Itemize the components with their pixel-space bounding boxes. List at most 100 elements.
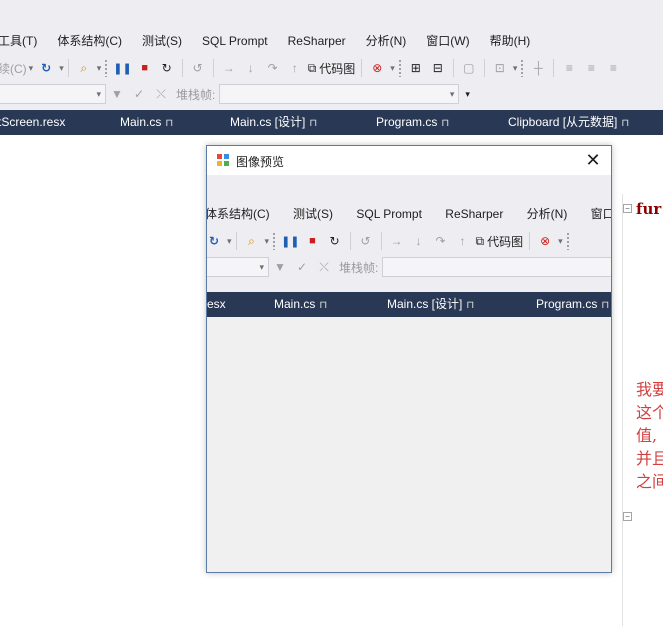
close-icon[interactable]: ✕ [583, 150, 603, 170]
menu-analyze[interactable]: 分析(N) [356, 33, 417, 49]
grid-icon[interactable]: ⊡ [491, 58, 509, 78]
tab-label: Main.cs [274, 297, 316, 311]
code-map-button[interactable]: ⧉ 代码图 [308, 58, 356, 78]
debug-location-toolbar: ▾ ▼ ✓ ⤬ 堆栈帧: ▾ ▾ [0, 82, 663, 106]
filter-icon[interactable]: ▼ [108, 84, 126, 104]
step-into-icon[interactable]: → [220, 58, 238, 78]
align-right-icon[interactable]: ≡ [604, 58, 622, 78]
separator [529, 232, 531, 250]
separator [361, 59, 363, 77]
align-left-icon[interactable]: ≡ [560, 58, 578, 78]
preview-tab-bar: esx Main.cs ⊓ Main.cs [设计] ⊓ Program.cs ⊓ [207, 292, 611, 317]
toolbar-grip [272, 232, 277, 250]
step-up-icon[interactable]: ↑ [286, 58, 304, 78]
tab-program-cs[interactable]: Program.cs ⊓ [376, 110, 449, 135]
separator [380, 232, 382, 250]
tab-screen-resx[interactable]: tScreen.resx [0, 110, 65, 135]
stop-icon: ■ [309, 235, 316, 247]
stack-frame-combo [382, 257, 611, 277]
menu-architecture[interactable]: 体系结构(C) [47, 33, 132, 49]
continue-button[interactable]: 续(C) ▾ [0, 58, 33, 78]
debug-toolbar: 续(C) ▾ ↻ ▾ ⌕ ▾ ❚❚ ■ ↻ ↺ → ↓ ↷ ↑ ⧉ 代码图 ⊗ ▾ ⊞ ⊟… [0, 56, 663, 80]
image-preview-dialog: 图像预览 ✕ 体系结构(C) 测试(S) SQL Prompt ReSharpe… [206, 145, 612, 573]
restart-icon: ↻ [329, 234, 340, 248]
lock-icon: ⊓ [441, 118, 450, 129]
chevron-down-icon[interactable]: ▾ [29, 63, 34, 74]
flag-threads-icon[interactable]: ⤬ [152, 84, 170, 104]
preview-menu-window: 窗口 [590, 207, 611, 221]
preview-tab: esx [207, 292, 226, 317]
tab-label: Program.cs [376, 115, 438, 129]
toolbar-grip[interactable] [397, 59, 402, 77]
separator [349, 232, 351, 250]
chevron-down-icon: ▾ [259, 261, 264, 272]
chevron-down-icon: ▾ [96, 88, 101, 99]
toolbar-overflow-icon[interactable]: ▾ [465, 89, 470, 100]
pause-icon: ❚❚ [281, 235, 300, 248]
preview-menu-test: 测试(S) [293, 207, 334, 221]
preview-menu-resharper: ReSharper [445, 207, 504, 221]
code-map-label: 代码图 [319, 61, 356, 76]
tab-clipboard-metadata[interactable]: Clipboard [从元数据] ⊓ [508, 110, 629, 135]
chevron-down-icon[interactable]: ▾ [97, 63, 102, 74]
align-center-icon[interactable]: ≡ [582, 58, 600, 78]
step-out-icon: ↷ [435, 234, 446, 248]
chevron-down-icon[interactable]: ▾ [59, 63, 64, 74]
comment-line: 之间 [636, 472, 663, 491]
code-map-button: ⧉ 代码图 [476, 231, 524, 251]
refresh-icon[interactable]: ↻ [37, 58, 55, 78]
chevron-down-icon: ▾ [227, 235, 232, 246]
collapse-icon[interactable]: − [623, 204, 632, 213]
menu-tools[interactable]: 工具(T) [0, 33, 47, 49]
preview-tab: Program.cs ⊓ [536, 292, 609, 317]
step-over-icon[interactable]: ↓ [242, 58, 260, 78]
layout2-icon[interactable]: ⊟ [429, 58, 447, 78]
toolbar-grip[interactable] [520, 59, 525, 77]
menu-resharper[interactable]: ReSharper [278, 33, 356, 49]
attach-icon[interactable]: ▢ [460, 58, 478, 78]
separator [67, 59, 69, 77]
thread-combo[interactable]: ▾ [0, 84, 106, 104]
chevron-down-icon[interactable]: ▾ [390, 63, 395, 74]
stop-icon[interactable]: ■ [136, 58, 154, 78]
lock-icon: ⊓ [621, 118, 630, 129]
menu-sql-prompt[interactable]: SQL Prompt [192, 33, 278, 49]
preview-menu-architecture: 体系结构(C) [207, 207, 270, 221]
chevron-down-icon[interactable]: ▾ [513, 63, 518, 74]
code-map-label: 代码图 [487, 234, 524, 249]
tab-label: Main.cs [设计] [387, 297, 463, 311]
show-next-statement-icon: ↺ [360, 234, 371, 248]
filter-off-icon[interactable]: ✓ [130, 84, 148, 104]
find-icon: ⌕ [248, 233, 255, 248]
show-next-statement-icon[interactable]: ↺ [189, 58, 207, 78]
comment-line: 我要 [636, 380, 663, 399]
breakpoints-icon[interactable]: ⊗ [368, 58, 386, 78]
toolbar-grip[interactable] [104, 59, 109, 77]
comment-line: 值, [636, 426, 658, 445]
preview-tab: Main.cs [设计] ⊓ [387, 292, 474, 317]
tab-label: Main.cs [设计] [230, 115, 306, 129]
separator [483, 59, 485, 77]
collapse-icon[interactable]: − [623, 512, 632, 521]
dialog-title-bar[interactable]: 图像预览 ✕ [207, 146, 611, 175]
menu-test[interactable]: 测试(S) [132, 33, 192, 49]
stack-frame-label: 堆栈帧: [339, 260, 379, 275]
restart-icon[interactable]: ↻ [158, 58, 176, 78]
find-icon[interactable]: ⌕ [75, 58, 93, 78]
filter-off-icon: ✓ [296, 260, 308, 274]
code-map-icon: ⧉ [307, 60, 317, 75]
menu-window[interactable]: 窗口(W) [416, 33, 479, 49]
comment-line: 并且 [636, 449, 663, 468]
align-icon[interactable]: ┼ [529, 58, 547, 78]
app-icon [217, 154, 229, 166]
menu-help[interactable]: 帮助(H) [480, 33, 541, 49]
code-line: fur [636, 200, 662, 218]
lock-icon: ⊓ [165, 118, 174, 129]
layout-icon[interactable]: ⊞ [407, 58, 425, 78]
tab-main-cs-design[interactable]: Main.cs [设计] ⊓ [230, 110, 317, 135]
pause-icon[interactable]: ❚❚ [113, 58, 131, 78]
step-out-icon[interactable]: ↷ [264, 58, 282, 78]
stack-frame-combo[interactable]: ▾ [219, 84, 460, 104]
separator [181, 59, 183, 77]
tab-main-cs[interactable]: Main.cs ⊓ [120, 110, 173, 135]
